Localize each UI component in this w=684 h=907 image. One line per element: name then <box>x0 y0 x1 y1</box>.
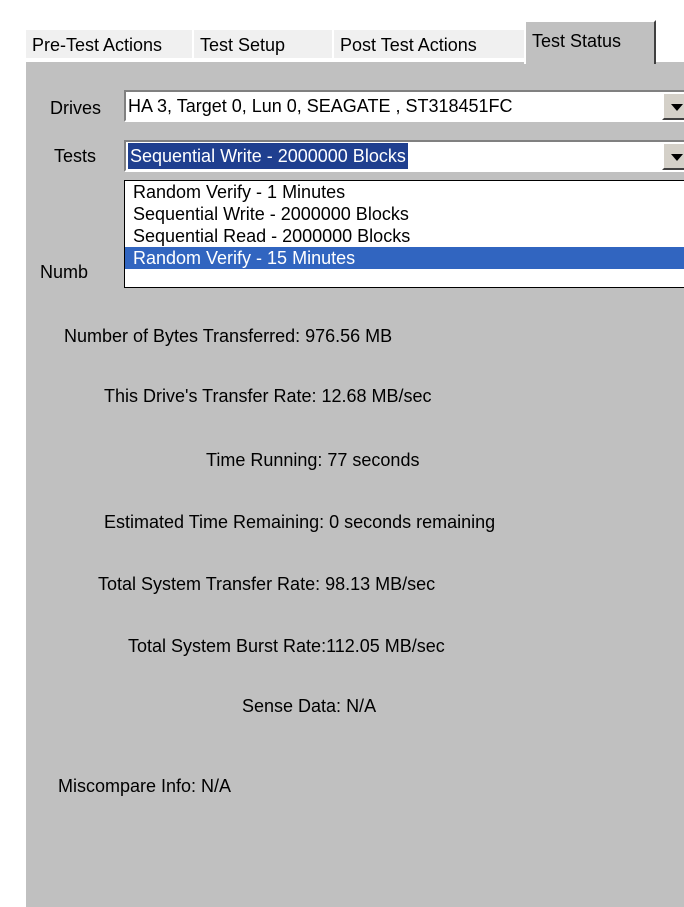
bytes-transferred: Number of Bytes Transferred: 976.56 MB <box>64 326 393 346</box>
chevron-down-icon[interactable] <box>662 142 684 170</box>
dropdown-option[interactable]: Sequential Read - 2000000 Blocks <box>125 225 684 247</box>
total-system-transfer-rate: Total System Transfer Rate: 98.13 MB/sec <box>98 574 436 594</box>
dropdown-option[interactable]: Sequential Write - 2000000 Blocks <box>125 203 684 225</box>
drive-transfer-rate: This Drive's Transfer Rate: 12.68 MB/sec <box>104 386 432 406</box>
estimated-time-remaining: Estimated Time Remaining: 0 seconds rema… <box>104 512 496 532</box>
miscompare-info: Miscompare Info: N/A <box>58 776 232 796</box>
tests-select[interactable]: Sequential Write - 2000000 Blocks <box>124 140 684 172</box>
tests-dropdown-list: Random Verify - 1 Minutes Sequential Wri… <box>124 180 684 288</box>
tests-label: Tests <box>54 146 97 166</box>
tab-post-test-actions[interactable]: Post Test Actions <box>332 28 528 58</box>
time-running: Time Running: 77 seconds <box>206 450 420 470</box>
drives-select[interactable]: HA 3, Target 0, Lun 0, SEAGATE , ST31845… <box>124 90 684 122</box>
status-label-partial: Numb <box>40 262 89 282</box>
drives-label: Drives <box>50 98 102 118</box>
tab-pre-test-actions[interactable]: Pre-Test Actions <box>24 28 194 58</box>
dropdown-option-highlighted[interactable]: Random Verify - 15 Minutes <box>125 247 684 269</box>
sense-data: Sense Data: N/A <box>242 696 377 716</box>
tab-test-setup[interactable]: Test Setup <box>192 28 334 58</box>
chevron-down-icon[interactable] <box>662 92 684 120</box>
tab-test-status[interactable]: Test Status <box>524 20 656 64</box>
total-system-burst-rate: Total System Burst Rate:112.05 MB/sec <box>128 636 445 656</box>
tests-select-value: Sequential Write - 2000000 Blocks <box>128 143 408 169</box>
drives-select-value: HA 3, Target 0, Lun 0, SEAGATE , ST31845… <box>128 96 513 116</box>
dropdown-option[interactable]: Random Verify - 1 Minutes <box>125 181 684 203</box>
